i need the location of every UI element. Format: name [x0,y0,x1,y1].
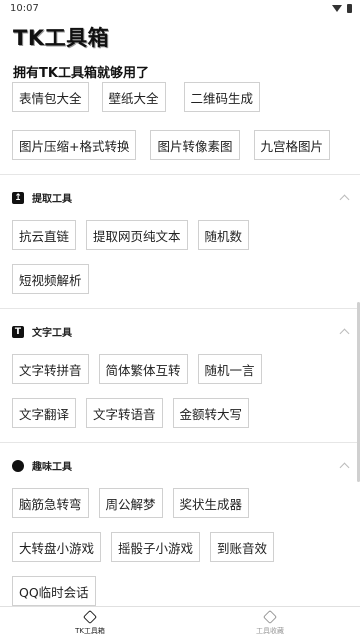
status-time: 10:07 [10,2,39,14]
section-header-fun[interactable]: 趣味工具 [0,442,360,488]
tool-chip[interactable]: 短视频解析 [12,264,89,294]
tool-chip[interactable]: 简体繁体互转 [98,354,188,384]
tool-chip[interactable]: 金额转大写 [172,398,250,428]
tool-chip[interactable]: QQ临时会话 [12,576,96,606]
upload-icon: ↥ [12,191,24,204]
tool-chip[interactable]: 到账音效 [210,532,275,562]
tool-chip[interactable]: 周公解梦 [98,488,163,518]
wifi-icon [332,4,342,12]
nav-tab-toolbox[interactable]: TK工具箱 [0,607,180,640]
bottom-nav: TK工具箱 工具收藏 [0,606,360,640]
app-subtitle: 拥有TK工具箱就够用了 [13,66,149,81]
tool-chip[interactable]: 抗云直链 [12,220,77,250]
status-bar: 10:07 [0,0,360,16]
pacman-icon [12,459,24,472]
app-title: TK工具箱 [13,26,110,50]
tool-chip[interactable]: 九宫格图片 [253,130,331,160]
tool-chip[interactable]: 文字翻译 [12,398,77,428]
tool-chip[interactable]: 壁纸大全 [101,82,166,112]
text-icon: T [12,325,24,338]
tool-chip[interactable]: 图片转像素图 [150,130,240,160]
diamond-icon [82,609,98,624]
app-header: TK工具箱 拥有TK工具箱就够用了 [0,20,360,82]
tool-chip[interactable]: 随机数 [197,220,250,250]
tool-list[interactable]: 表情包大全 壁纸大全 二维码生成 图片压缩+格式转换 图片转像素图 九宫格图片 … [0,72,360,606]
tool-chip[interactable]: 提取网页纯文本 [86,220,188,250]
chevron-up-icon[interactable] [339,328,350,339]
tool-chip[interactable]: 图片压缩+格式转换 [12,130,137,160]
tool-chip[interactable]: 摇骰子小游戏 [111,532,201,562]
tool-chip[interactable]: 文字转语音 [86,398,163,428]
nav-tab-favorites[interactable]: 工具收藏 [180,607,360,640]
tool-chip[interactable]: 文字转拼音 [12,354,89,384]
tool-chip[interactable]: 脑筋急转弯 [12,488,89,518]
tool-chip[interactable]: 表情包大全 [12,82,89,112]
diamond-icon [262,609,278,624]
tool-chip[interactable]: 二维码生成 [183,82,261,112]
tool-chip[interactable]: 奖状生成器 [172,488,250,518]
section-header-extract[interactable]: ↥ 提取工具 [0,174,360,220]
battery-icon [347,3,352,13]
chevron-up-icon[interactable] [339,194,350,205]
chevron-up-icon[interactable] [339,462,350,473]
tool-chip[interactable]: 大转盘小游戏 [12,532,102,562]
tool-chip[interactable]: 随机一言 [197,354,262,384]
section-header-text[interactable]: T 文字工具 [0,308,360,354]
